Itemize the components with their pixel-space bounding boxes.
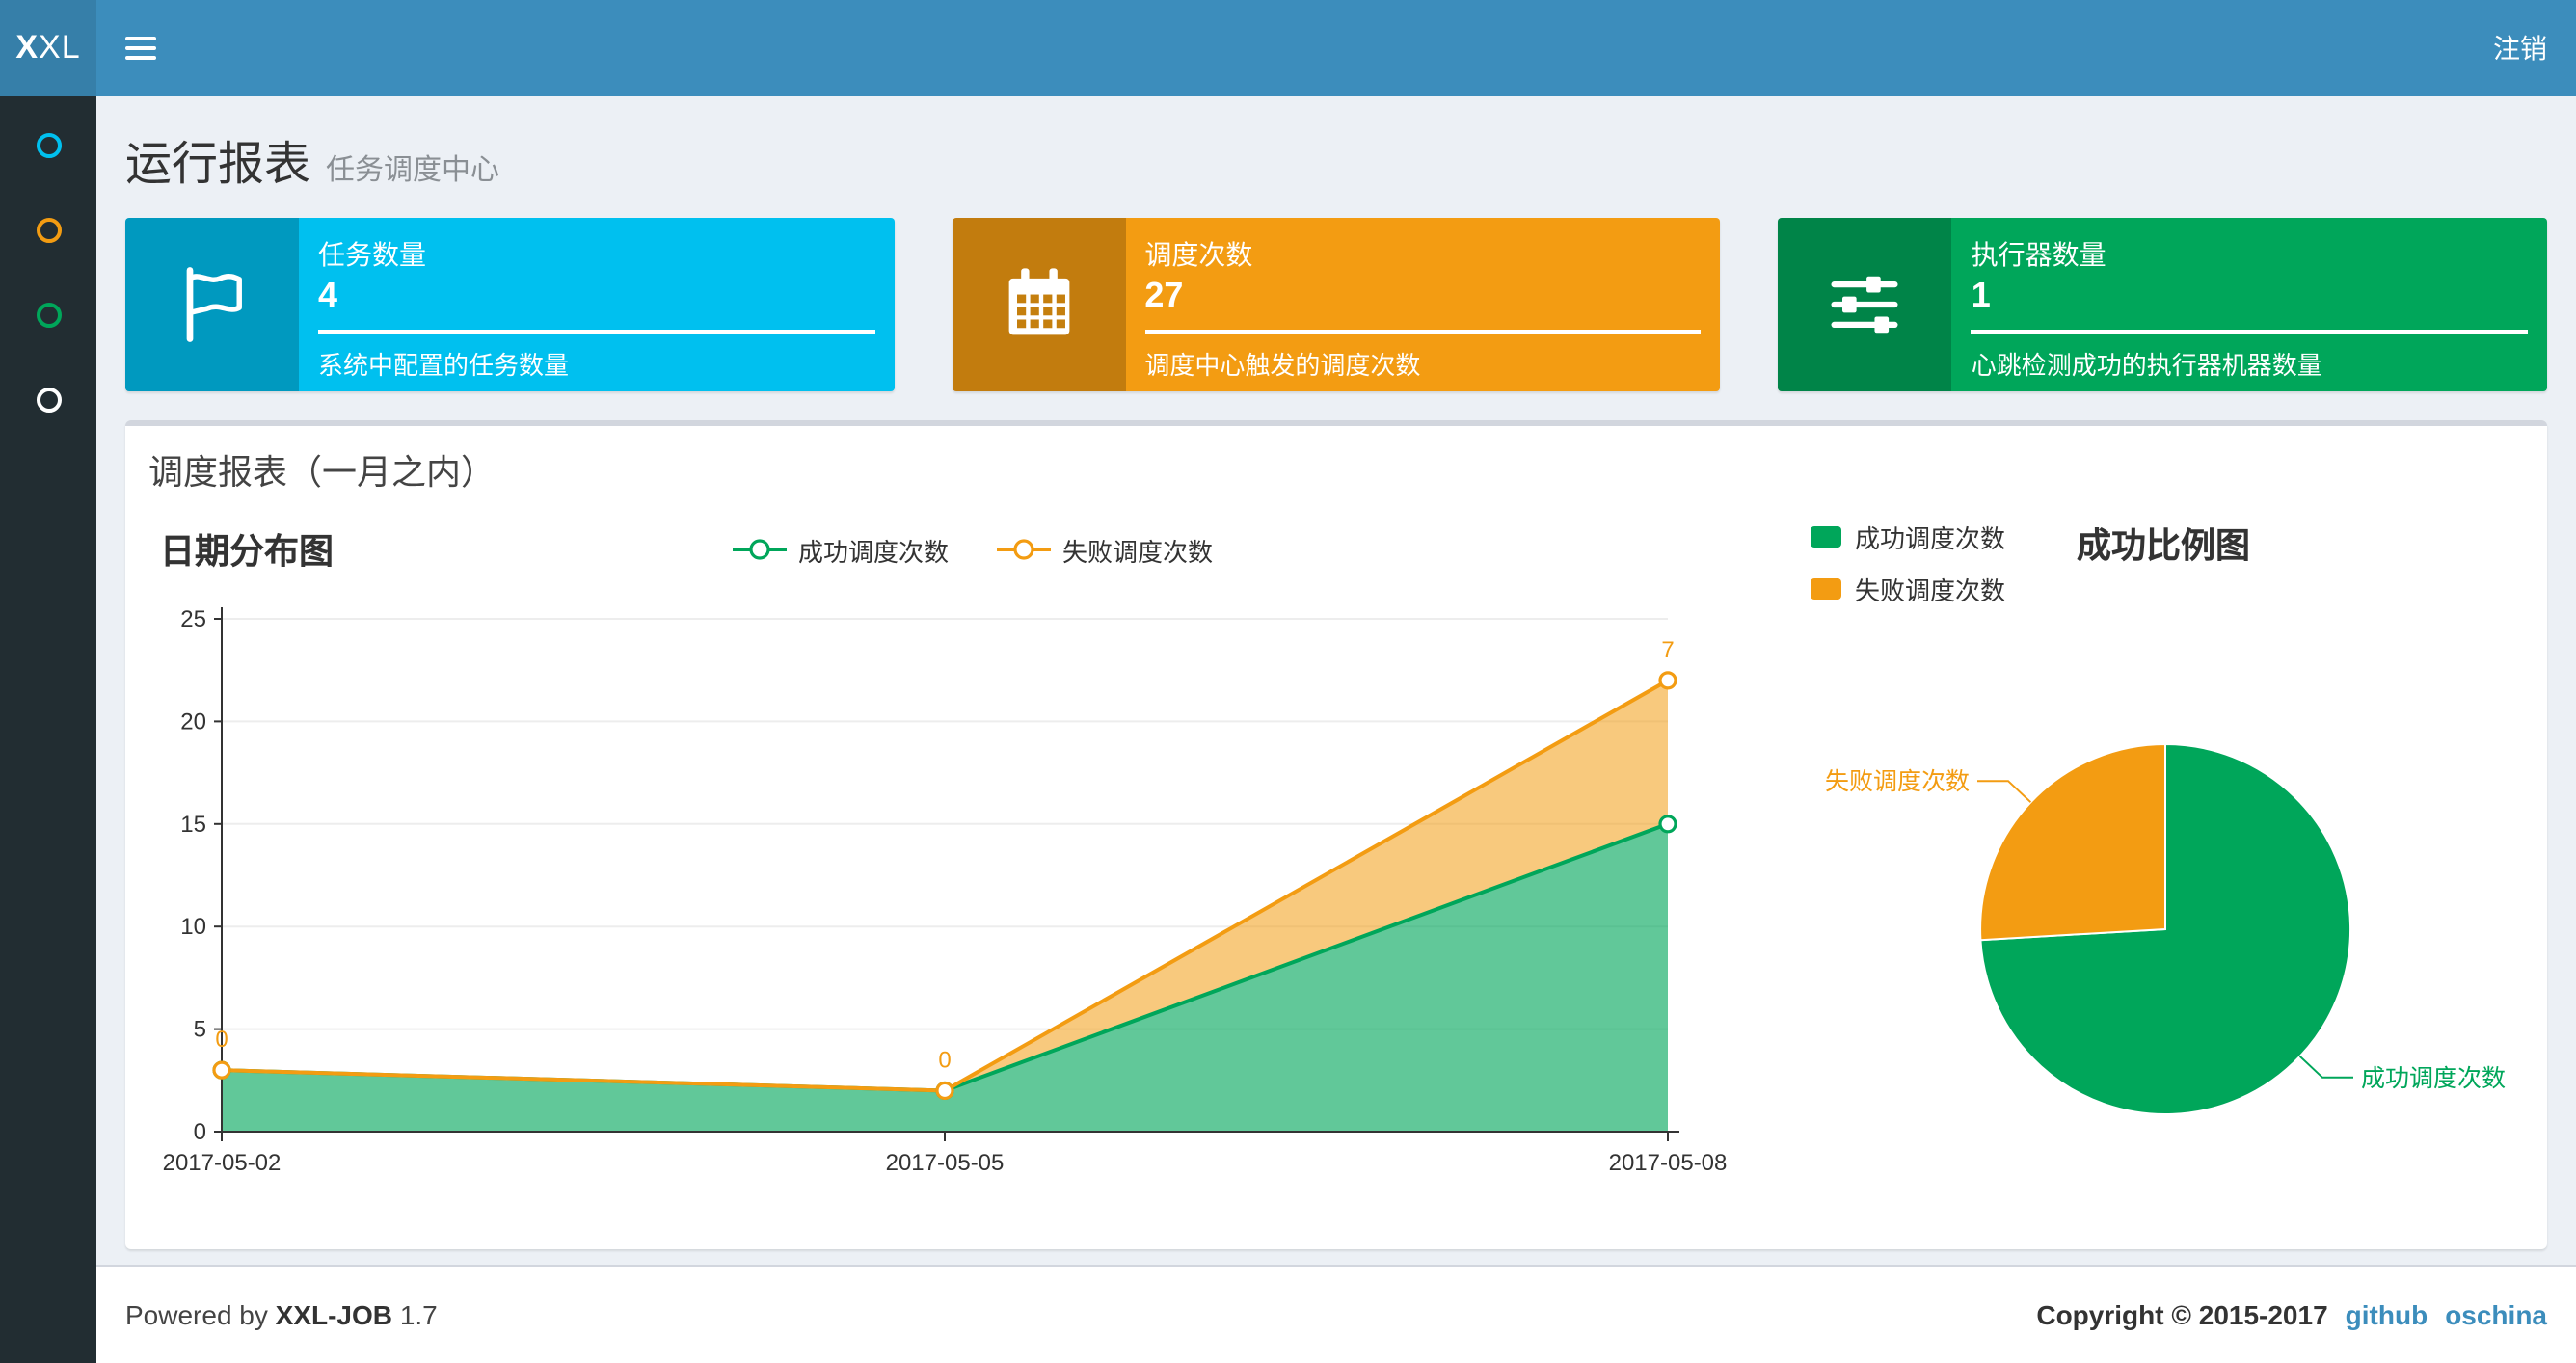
svg-text:5: 5 (194, 1017, 206, 1043)
svg-text:15: 15 (180, 812, 206, 838)
report-panel: 调度报表（一月之内） 日期分布图 成功调度次数 失败调度次数 0 5 10 15 20 25… (125, 420, 2547, 1249)
line-chart-plot-area: 0 5 10 15 20 25 2017-05-02 2017-05-05 2017-05-08… (145, 584, 1799, 1195)
info-box-label: 任务数量 (318, 239, 426, 270)
powered-by: Powered by XXL-JOB 1.7 (125, 1299, 438, 1330)
info-box-content: 调度次数 27 调度中心触发的调度次数 (1125, 218, 1720, 391)
svg-text:20: 20 (180, 708, 206, 735)
sidebar-item-2[interactable] (0, 187, 96, 272)
line-series-marker-icon (732, 539, 787, 560)
line-area-plot: 05101520252017-05-02 2017-05-05 2017-05-08… (163, 606, 1728, 1176)
sidebar-menu (0, 96, 96, 441)
report-panel-header: 调度报表（一月之内） (125, 426, 2547, 507)
page-subtitle: 任务调度中心 (326, 154, 500, 187)
circle-icon (36, 302, 61, 327)
logout-link[interactable]: 注销 (2464, 0, 2576, 96)
info-box-content: 任务数量 4 系统中配置的任务数量 (299, 218, 894, 391)
oschina-link[interactable]: oschina (2445, 1299, 2547, 1330)
app-root: X XL 注销 运行报表 任务调度中心 任务数量 4 系统中配置的任务数量 调度… (0, 0, 2576, 1363)
pie-legend-item-1[interactable]: 成功调度次数 (1811, 519, 2005, 555)
github-link[interactable]: github (2346, 1299, 2428, 1330)
pie-plot: 成功调度次数 失败调度次数 (1825, 742, 2506, 1115)
legend-label: 成功调度次数 (1855, 524, 2006, 553)
sidebar-toggle-button[interactable] (96, 0, 183, 96)
info-box-value: 1 (1971, 276, 1991, 314)
sidebar-item-3[interactable] (0, 272, 96, 357)
legend-label: 失败调度次数 (1855, 576, 2006, 605)
circle-icon (36, 132, 61, 157)
date-distribution-chart: 日期分布图 成功调度次数 失败调度次数 0 5 10 15 20 25 2017-05-02 2… (145, 515, 1799, 1222)
legend-swatch (1811, 578, 1841, 600)
legend-swatch (1811, 526, 1841, 548)
logo-text-bold: X (15, 29, 40, 66)
svg-text:0: 0 (938, 1047, 951, 1073)
svg-text:7: 7 (1661, 637, 1674, 663)
footer: Powered by XXL-JOB 1.7 Copyright © 2015-… (96, 1265, 2576, 1363)
svg-text:2017-05-05: 2017-05-05 (886, 1150, 1005, 1176)
svg-text:成功调度次数: 成功调度次数 (2361, 1065, 2506, 1092)
sidebar-item-4[interactable] (0, 357, 96, 441)
report-panel-body: 日期分布图 成功调度次数 失败调度次数 0 5 10 15 20 25 2017-05-02 2… (125, 507, 2547, 1249)
info-box-task-count: 任务数量 4 系统中配置的任务数量 (125, 218, 895, 391)
sidebar (0, 96, 96, 1363)
line-chart-head: 日期分布图 成功调度次数 失败调度次数 (145, 515, 1799, 584)
calendar-icon (952, 218, 1126, 391)
circle-icon (36, 217, 61, 242)
logo-text-rest: XL (39, 29, 81, 66)
info-box-description: 调度中心触发的调度次数 (1144, 351, 1421, 380)
svg-text:25: 25 (180, 606, 206, 632)
circle-icon (36, 387, 61, 412)
flag-icon (125, 218, 299, 391)
legend-label: 失败调度次数 (1062, 537, 1214, 566)
success-ratio-chart: 成功调度次数 失败调度次数 成功比例图 成功调度次数 失败调度次数 (1799, 515, 2528, 1222)
svg-text:10: 10 (180, 914, 206, 940)
content-wrapper: 运行报表 任务调度中心 任务数量 4 系统中配置的任务数量 调度次数 27 调度… (96, 96, 2576, 1265)
progress-bar (1971, 330, 2529, 334)
svg-text:2017-05-02: 2017-05-02 (163, 1150, 282, 1176)
progress-bar (1144, 330, 1702, 334)
info-box-value: 4 (318, 276, 338, 314)
top-navbar: X XL 注销 (0, 0, 2576, 96)
svg-text:0: 0 (215, 1027, 228, 1053)
line-series-marker-icon (997, 539, 1051, 560)
info-box-description: 心跳检测成功的执行器机器数量 (1971, 351, 2322, 380)
info-box-label: 执行器数量 (1971, 239, 2106, 270)
pie-chart-title: 成功比例图 (2077, 526, 2250, 565)
line-legend-item-2[interactable]: 失败调度次数 (995, 531, 1213, 568)
app-logo[interactable]: X XL (0, 0, 96, 96)
line-chart-legend: 成功调度次数 失败调度次数 (145, 531, 1799, 568)
svg-text:2017-05-08: 2017-05-08 (1609, 1150, 1728, 1176)
content: 任务数量 4 系统中配置的任务数量 调度次数 27 调度中心触发的调度次数 执行… (96, 218, 2576, 1249)
info-box-executor-count: 执行器数量 1 心跳检测成功的执行器机器数量 (1778, 218, 2548, 391)
line-legend-item-1[interactable]: 成功调度次数 (731, 531, 949, 568)
content-header: 运行报表 任务调度中心 (96, 96, 2576, 193)
svg-text:0: 0 (194, 1119, 206, 1145)
pie-chart-head: 成功调度次数 失败调度次数 成功比例图 (1799, 515, 2528, 615)
copyright: Copyright © 2015-2017 github oschina (2036, 1299, 2547, 1330)
legend-label: 成功调度次数 (797, 537, 949, 566)
info-box-content: 执行器数量 1 心跳检测成功的执行器机器数量 (1952, 218, 2547, 391)
pie-chart-legend: 成功调度次数 失败调度次数 (1811, 515, 2005, 607)
page-title: 运行报表 任务调度中心 (125, 139, 500, 191)
pie-chart-plot-area: 成功调度次数 失败调度次数 (1799, 615, 2528, 1222)
pie-legend-item-2[interactable]: 失败调度次数 (1811, 571, 2005, 607)
info-box-description: 系统中配置的任务数量 (318, 351, 570, 380)
info-box-value: 27 (1144, 276, 1184, 314)
sliders-icon (1778, 218, 1952, 391)
info-box-label: 调度次数 (1144, 239, 1253, 270)
panel-title: 调度报表（一月之内） (148, 453, 496, 492)
sidebar-item-1[interactable] (0, 102, 96, 187)
info-box-row: 任务数量 4 系统中配置的任务数量 调度次数 27 调度中心触发的调度次数 执行… (125, 218, 2548, 391)
info-box-trigger-count: 调度次数 27 调度中心触发的调度次数 (952, 218, 1721, 391)
svg-text:失败调度次数: 失败调度次数 (1825, 768, 1970, 795)
hamburger-icon (124, 31, 155, 66)
progress-bar (318, 330, 875, 334)
